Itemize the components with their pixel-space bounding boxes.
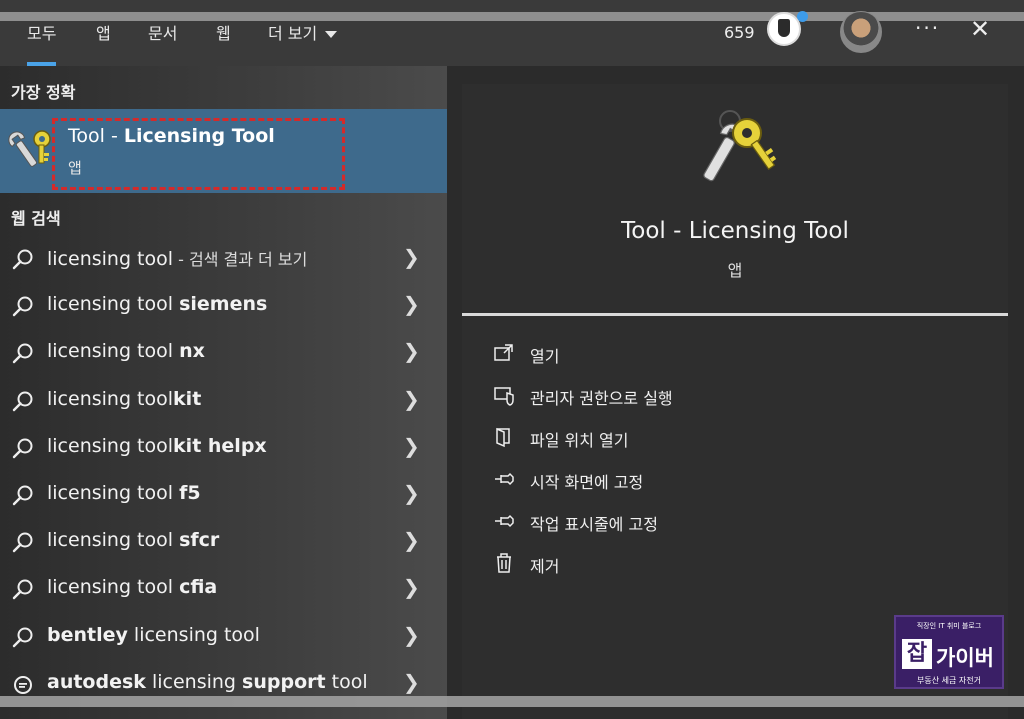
tab-apps[interactable]: 앱: [96, 20, 111, 44]
action-item[interactable]: 시작 화면에 고정: [493, 465, 793, 495]
action-label: 관리자 권한으로 실행: [530, 389, 673, 408]
search-icon: [12, 485, 33, 506]
result-text-plain: licensing tool: [47, 340, 180, 363]
action-item[interactable]: 제거: [493, 549, 793, 579]
chevron-right-icon: ❯: [403, 481, 420, 505]
action-item[interactable]: 작업 표시줄에 고정: [493, 507, 793, 537]
search-icon: [12, 391, 33, 411]
result-text-bold: kit helpx: [173, 434, 267, 457]
action-label: 제거: [530, 557, 560, 576]
web-search-heading: 웹 검색: [11, 209, 61, 228]
result-text-bold: siemens: [179, 293, 268, 316]
notification-dot: [797, 11, 808, 22]
result-text-bold: nx: [179, 340, 205, 363]
web-result-text: licensing toolkit: [47, 388, 201, 410]
result-text-bold: autodesk: [47, 670, 146, 693]
search-icon: [12, 343, 33, 364]
result-text-bold: f5: [179, 482, 201, 504]
web-result-row[interactable]: licensing tool - 검색 결과 더 보기 ❯: [0, 236, 447, 282]
result-suffix: - 검색 결과 더 보기: [173, 250, 308, 269]
bottom-stripe: [0, 696, 1024, 707]
web-result-text: licensing tool f5: [47, 482, 201, 504]
result-text-bold: sfcr: [179, 529, 220, 552]
web-result-text: bentley licensing tool: [47, 624, 260, 646]
licensing-tool-icon: [8, 130, 51, 167]
chevron-right-icon: ❯: [403, 669, 420, 694]
best-match-heading: 가장 정확: [11, 83, 76, 102]
action-item[interactable]: 열기: [493, 339, 793, 369]
web-result-text: licensing tool - 검색 결과 더 보기: [47, 246, 307, 270]
search-icon: [12, 532, 33, 553]
watermark-bottom-text: 부동산 세금 자전거: [917, 676, 981, 685]
result-text-plain: licensing tool: [47, 387, 174, 410]
chevron-right-icon: ❯: [403, 575, 420, 600]
divider: [462, 313, 1008, 316]
result-text-bold: cfia: [179, 576, 218, 599]
action-label: 시작 화면에 고정: [530, 473, 644, 492]
action-item[interactable]: 파일 위치 열기: [493, 423, 793, 453]
result-text-plain: tool: [325, 670, 368, 693]
web-result-text: licensing toolkit helpx: [47, 435, 267, 457]
web-result-row[interactable]: licensing toolkit ❯: [0, 378, 447, 424]
action-label: 파일 위치 열기: [530, 431, 629, 450]
search-icon: [12, 579, 33, 600]
tab-all[interactable]: 모두: [27, 20, 57, 66]
result-text-plain: licensing tool: [47, 248, 174, 270]
licensing-tool-large-icon: [703, 110, 777, 182]
web-result-text: licensing tool sfcr: [47, 529, 219, 551]
result-text-plain: licensing tool: [47, 434, 174, 457]
web-result-text: licensing tool cfia: [47, 576, 217, 598]
best-match-title: Tool - Licensing Tool: [68, 125, 275, 147]
result-text-bold: bentley: [47, 623, 128, 646]
result-text-plain: licensing: [145, 670, 243, 693]
chevron-right-icon: ❯: [403, 339, 420, 364]
chevron-right-icon: ❯: [403, 292, 420, 317]
close-icon[interactable]: ✕: [970, 15, 990, 43]
action-label: 작업 표시줄에 고정: [530, 515, 658, 534]
more-options-icon[interactable]: ···: [915, 16, 940, 40]
web-result-row[interactable]: licensing tool nx ❯: [0, 330, 447, 376]
web-result-row[interactable]: licensing tool sfcr ❯: [0, 519, 447, 565]
watermark-top-text: 직장인 IT 취미 블로그: [916, 622, 982, 630]
result-text-plain: licensing tool: [47, 529, 180, 552]
result-text-bold: kit: [173, 387, 202, 410]
result-text-plain: licensing tool: [47, 482, 180, 504]
preview-title: Tool - Licensing Tool: [621, 218, 849, 244]
search-icon: [12, 438, 33, 458]
web-result-text: autodesk licensing support tool: [47, 671, 368, 693]
rewards-icon[interactable]: [767, 12, 801, 46]
chevron-right-icon: ❯: [403, 528, 420, 553]
search-icon: [12, 627, 33, 647]
avatar[interactable]: [840, 11, 882, 53]
rewards-points: 659: [724, 23, 755, 42]
tab-documents[interactable]: 문서: [148, 20, 177, 44]
search-icon: [12, 249, 33, 270]
web-result-row[interactable]: licensing tool f5 ❯: [0, 472, 447, 518]
web-result-row[interactable]: licensing tool cfia ❯: [0, 566, 447, 612]
chat-search-icon: [14, 675, 32, 694]
web-result-text: licensing tool nx: [47, 340, 205, 362]
tab-web[interactable]: 웹: [216, 20, 231, 44]
result-text-plain: licensing tool: [47, 576, 180, 599]
chevron-right-icon: ❯: [403, 622, 420, 647]
web-result-row[interactable]: licensing toolkit helpx ❯: [0, 425, 447, 471]
watermark-name: 가이버: [936, 646, 994, 670]
chevron-right-icon: ❯: [403, 386, 420, 411]
web-result-row[interactable]: bentley licensing tool ❯: [0, 614, 447, 660]
action-item[interactable]: 관리자 권한으로 실행: [493, 381, 793, 411]
chevron-right-icon: ❯: [403, 245, 420, 269]
watermark-badge: 잡: [902, 639, 932, 669]
search-icon: [12, 296, 33, 317]
result-text-bold: support: [242, 670, 326, 693]
preview-subtitle: 앱: [727, 261, 743, 280]
web-result-text: licensing tool siemens: [47, 293, 267, 315]
result-text-plain: licensing tool: [47, 293, 180, 316]
chevron-right-icon: ❯: [403, 433, 420, 458]
web-result-row[interactable]: licensing tool siemens ❯: [0, 283, 447, 329]
result-text-plain: licensing tool: [127, 623, 260, 646]
watermark-logo: 직장인 IT 취미 블로그 잡 가이버 부동산 세금 자전거: [894, 615, 1004, 689]
tab-more[interactable]: 더 보기: [268, 20, 337, 44]
best-match-subtitle: 앱: [68, 159, 82, 177]
action-label: 열기: [530, 347, 560, 366]
